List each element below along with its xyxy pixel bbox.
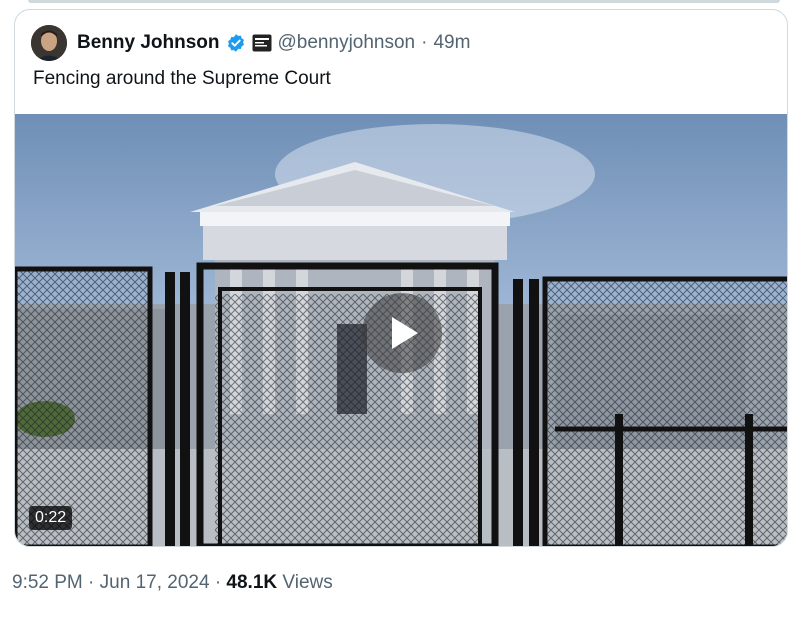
play-button[interactable]: [362, 293, 442, 373]
footer-separator: ·: [214, 572, 222, 593]
quoted-tweet-header: Benny Johnson @bennyjohnson · 49m: [31, 25, 771, 61]
video-player[interactable]: 0:22: [15, 114, 787, 546]
quoted-tweet-card[interactable]: Benny Johnson @bennyjohnson · 49m Fencin…: [14, 9, 788, 547]
author-display-name[interactable]: Benny Johnson: [77, 32, 220, 54]
tweet-date[interactable]: Jun 17, 2024: [100, 572, 210, 593]
meta-separator: ·: [421, 32, 428, 53]
affiliation-badge-icon[interactable]: [252, 34, 272, 52]
footer-separator: ·: [88, 572, 95, 593]
author-handle[interactable]: @bennyjohnson: [278, 32, 416, 54]
tweet-footer: 9:52 PM · Jun 17, 2024 · 48.1K Views: [12, 572, 333, 594]
previous-card-edge: [28, 0, 780, 3]
video-duration: 0:22: [29, 506, 73, 530]
views-label: Views: [282, 572, 333, 593]
quoted-tweet-text: Fencing around the Supreme Court: [33, 68, 331, 89]
author-avatar[interactable]: [31, 25, 67, 61]
views-count[interactable]: 48.1K: [226, 572, 277, 593]
verified-badge-icon: [227, 34, 244, 52]
play-icon: [392, 317, 418, 349]
tweet-time[interactable]: 9:52 PM: [12, 572, 83, 593]
tweet-time-ago[interactable]: 49m: [433, 32, 470, 54]
